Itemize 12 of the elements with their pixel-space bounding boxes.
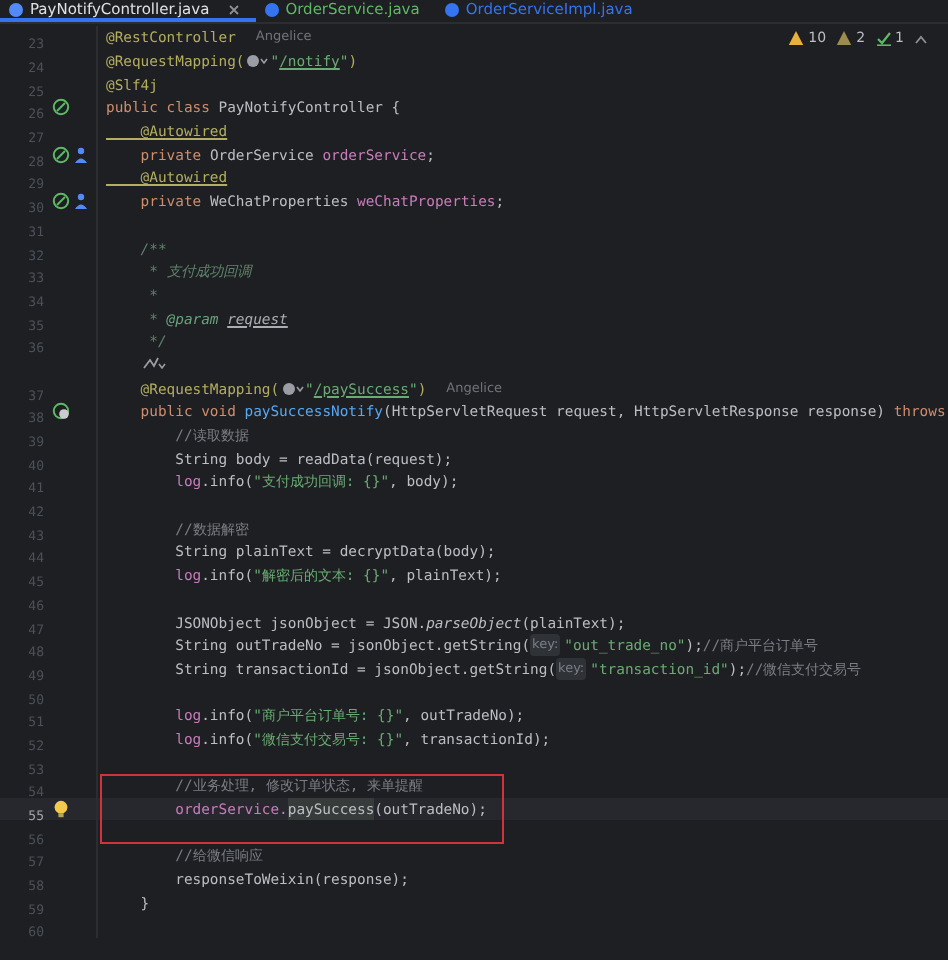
check-icon <box>875 30 892 46</box>
person-icon <box>74 192 92 211</box>
warning-icon <box>788 30 805 46</box>
lightbulb-icon <box>52 800 70 819</box>
java-class-icon <box>263 1 280 17</box>
person-icon <box>74 145 92 164</box>
close-icon <box>227 3 240 15</box>
chevron-up-icon <box>914 33 928 43</box>
warning-icon <box>836 30 853 46</box>
java-class-icon <box>8 1 24 17</box>
java-class-icon <box>443 1 460 17</box>
endpoint-icon <box>142 356 166 373</box>
